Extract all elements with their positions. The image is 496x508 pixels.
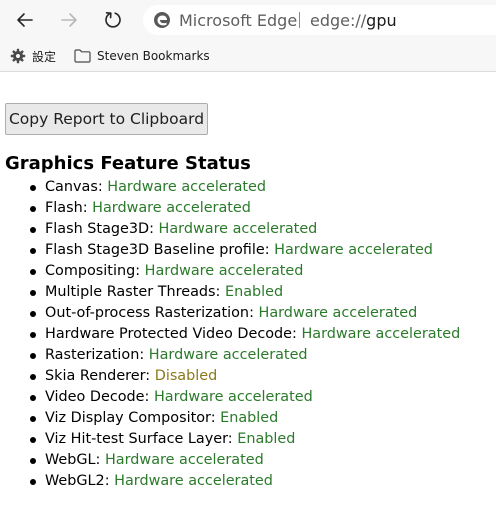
feature-name: Flash Stage3D [45, 221, 150, 237]
bullet-icon [30, 206, 36, 212]
feature-status: Hardware accelerated [153, 389, 313, 405]
feature-item: Compositing: Hardware accelerated [0, 261, 496, 282]
bullet-icon [30, 269, 36, 275]
feature-status: Hardware accelerated [144, 263, 304, 279]
url-scheme: edge:// [310, 11, 367, 30]
feature-name: Flash [45, 200, 83, 216]
feature-status: Hardware accelerated [92, 200, 251, 216]
bookmark-folder-steven[interactable]: Steven Bookmarks [74, 47, 210, 65]
feature-name: Video Decode [45, 389, 145, 405]
feature-status: Disabled [154, 368, 218, 384]
feature-status: Hardware accelerated [114, 473, 273, 489]
feature-status: Enabled [224, 284, 284, 300]
feature-name: Viz Hit-test Surface Layer [45, 431, 228, 447]
bookmarks-bar: 設定 Steven Bookmarks [0, 40, 496, 72]
arrow-right-icon [61, 13, 77, 27]
feature-name: Skia Renderer [45, 368, 146, 384]
url-host: gpu [366, 11, 397, 30]
folder-icon [74, 49, 91, 63]
feature-status: Hardware accelerated [104, 452, 264, 468]
bullet-icon [30, 395, 36, 401]
url-text[interactable]: edge://gpu [310, 11, 397, 30]
feature-item: Skia Renderer: Disabled [0, 366, 496, 387]
bookmark-label: 設定 [32, 49, 57, 64]
address-separator [299, 12, 300, 28]
feature-status: Enabled [237, 431, 296, 447]
feature-item: Rasterization: Hardware accelerated [0, 345, 496, 366]
bookmark-settings[interactable]: 設定 [10, 47, 56, 65]
bullet-icon [30, 248, 36, 254]
feature-item: WebGL: Hardware accelerated [0, 450, 496, 471]
feature-status: Hardware accelerated [107, 179, 267, 195]
bullet-icon [30, 311, 36, 317]
refresh-icon [105, 12, 121, 28]
feature-item: Hardware Protected Video Decode: Hardwar… [0, 324, 496, 345]
site-identity-label: Microsoft Edge [179, 11, 298, 30]
bullet-icon [30, 353, 36, 359]
feature-status: Hardware accelerated [148, 347, 308, 363]
bullet-icon [30, 332, 36, 338]
feature-name: Multiple Raster Threads [45, 284, 216, 300]
copy-report-button[interactable]: Copy Report to Clipboard [5, 103, 208, 135]
feature-name: WebGL [45, 452, 96, 468]
bullet-icon [30, 416, 36, 422]
feature-item: WebGL2: Hardware accelerated [0, 471, 496, 492]
bullet-icon [30, 185, 36, 191]
address-bar[interactable]: Microsoft Edge edge://gpu [143, 5, 496, 35]
gear-icon [10, 48, 26, 64]
feature-name: Compositing [45, 263, 136, 279]
feature-status: Hardware accelerated [274, 242, 433, 258]
feature-name: Rasterization [45, 347, 140, 363]
feature-item: Flash Stage3D: Hardware accelerated [0, 219, 496, 240]
bullet-icon [30, 479, 36, 485]
bullet-icon [30, 458, 36, 464]
feature-status: Enabled [220, 410, 279, 426]
feature-name: Flash Stage3D Baseline profile [45, 242, 265, 258]
feature-item: Out-of-process Rasterization: Hardware a… [0, 303, 496, 324]
feature-item: Viz Display Compositor: Enabled [0, 408, 496, 429]
bullet-icon [30, 227, 36, 233]
feature-item: Video Decode: Hardware accelerated [0, 387, 496, 408]
bullet-icon [30, 374, 36, 380]
edge-logo-icon [154, 12, 170, 28]
feature-name: Hardware Protected Video Decode [45, 326, 293, 342]
graphics-feature-list: Canvas: Hardware accelerated Flash: Hardw… [0, 177, 496, 492]
bullet-icon [30, 290, 36, 296]
feature-item: Multiple Raster Threads: Enabled [0, 282, 496, 303]
feature-name: Canvas [45, 179, 98, 195]
feature-name: WebGL2 [45, 473, 105, 489]
bullet-icon [30, 437, 36, 443]
refresh-button[interactable] [99, 6, 127, 34]
forward-button[interactable] [55, 6, 83, 34]
section-title: Graphics Feature Status [5, 153, 251, 174]
arrow-left-icon [17, 13, 33, 27]
bookmark-label: Steven Bookmarks [97, 49, 210, 63]
feature-item: Viz Hit-test Surface Layer: Enabled [0, 429, 496, 450]
feature-status: Hardware accelerated [158, 221, 318, 237]
browser-toolbar: Microsoft Edge edge://gpu [0, 0, 496, 40]
feature-item: Flash: Hardware accelerated [0, 198, 496, 219]
feature-status: Hardware accelerated [301, 326, 461, 342]
feature-name: Viz Display Compositor [45, 410, 211, 426]
feature-name: Out-of-process Rasterization [45, 305, 250, 321]
feature-status: Hardware accelerated [258, 305, 418, 321]
feature-item: Flash Stage3D Baseline profile: Hardware… [0, 240, 496, 261]
back-button[interactable] [11, 6, 39, 34]
feature-item: Canvas: Hardware accelerated [0, 177, 496, 198]
